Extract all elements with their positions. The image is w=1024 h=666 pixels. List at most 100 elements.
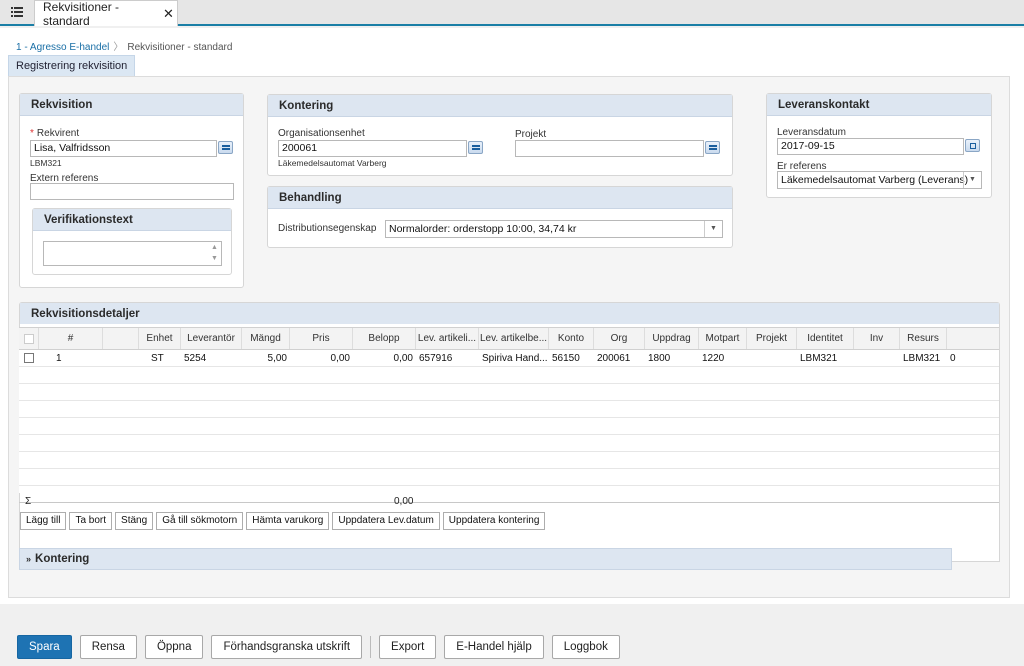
- col-lev-artikelbeskr[interactable]: Lev. artikelbe...: [479, 328, 549, 349]
- rekvirent-field[interactable]: Lisa, Valfridsson: [30, 140, 217, 157]
- lookup-icon[interactable]: [468, 141, 483, 154]
- col-enhet[interactable]: Enhet: [139, 328, 181, 349]
- cell-enhet: ST: [151, 353, 164, 364]
- tab-registrering[interactable]: Registrering rekvisition: [8, 55, 136, 76]
- empty-row: [19, 469, 999, 486]
- update-kontering-button[interactable]: Uppdatera kontering: [442, 512, 546, 530]
- col-konto[interactable]: Konto: [549, 328, 594, 349]
- col-pris[interactable]: Pris: [290, 328, 353, 349]
- empty-row: [19, 367, 999, 384]
- search-engine-button[interactable]: Gå till sökmotorn: [156, 512, 244, 530]
- sum-symbol: Σ: [25, 496, 32, 507]
- cell-mangd: 5,00: [267, 353, 287, 364]
- col-uppdrag[interactable]: Uppdrag: [645, 328, 699, 349]
- document-tab[interactable]: Rekvisitioner - standard ✕: [34, 0, 178, 28]
- document-tab-label: Rekvisitioner - standard: [43, 0, 120, 28]
- details-grid: # Enhet Leverantör Mängd Pris Belopp Lev…: [19, 327, 999, 503]
- col-org[interactable]: Org: [594, 328, 645, 349]
- dropdown-arrow-icon[interactable]: ▼: [963, 172, 981, 188]
- empty-row: [19, 384, 999, 401]
- ref-select-value: Läkemedelsautomat Varberg (Leverans): [781, 174, 969, 186]
- cell-inv: [854, 350, 900, 366]
- save-button[interactable]: Spara: [17, 635, 72, 659]
- sum-row: Σ 0,00: [19, 494, 999, 510]
- help-button[interactable]: E-Handel hjälp: [444, 635, 544, 659]
- lookup-icon[interactable]: [218, 141, 233, 154]
- toolbar-divider: [370, 636, 372, 658]
- list-menu-icon[interactable]: [3, 1, 31, 23]
- dist-label: Distributionsegenskap: [278, 223, 377, 234]
- grid-header: # Enhet Leverantör Mängd Pris Belopp Lev…: [19, 328, 999, 350]
- delete-row-button[interactable]: Ta bort: [69, 512, 113, 530]
- cell-lev-artikelbeskr: Spiriva Hand...: [482, 353, 548, 364]
- empty-row: [19, 401, 999, 418]
- col-inv[interactable]: Inv: [854, 328, 900, 349]
- close-icon[interactable]: ✕: [163, 6, 177, 22]
- row-checkbox[interactable]: [19, 350, 39, 366]
- cell-identitet: LBM321: [800, 353, 838, 364]
- footer-toolbar: Spara Rensa Öppna Förhandsgranska utskri…: [0, 628, 1024, 666]
- grid-buttons: Lägg till Ta bort Stäng Gå till sökmotor…: [20, 512, 546, 530]
- col-belopp[interactable]: Belopp: [353, 328, 416, 349]
- dist-select[interactable]: Normalorder: orderstopp 10:00, 34,74 kr …: [385, 220, 723, 238]
- cell-projekt: [747, 350, 797, 366]
- dropdown-arrow-icon[interactable]: ▼: [704, 221, 722, 237]
- close-row-button[interactable]: Stäng: [115, 512, 154, 530]
- empty-row: [19, 418, 999, 435]
- verifikation-textarea[interactable]: [43, 241, 222, 266]
- col-projekt[interactable]: Projekt: [747, 328, 797, 349]
- breadcrumb-link-home[interactable]: 1 - Agresso E-handel: [16, 42, 109, 53]
- rekvisition-title: Rekvisition: [20, 94, 243, 116]
- col-mangd[interactable]: Mängd: [242, 328, 290, 349]
- spinner-icon[interactable]: ▲ ▼: [211, 242, 218, 264]
- dist-select-value: Normalorder: orderstopp 10:00, 34,74 kr: [389, 223, 577, 235]
- cell-org: 200061: [597, 353, 631, 364]
- col-nr[interactable]: #: [39, 328, 103, 349]
- fetch-cart-button[interactable]: Hämta varukorg: [246, 512, 330, 530]
- calendar-icon[interactable]: [965, 139, 980, 152]
- col-identitet[interactable]: Identitet: [797, 328, 854, 349]
- ref-select[interactable]: Läkemedelsautomat Varberg (Leverans) ▼: [777, 171, 982, 189]
- cell-lev-artikelid: 657916: [419, 353, 453, 364]
- lookup-icon[interactable]: [705, 141, 720, 154]
- form-content: Rekvisition * Rekvirent Lisa, Valfridsson…: [8, 76, 1010, 598]
- rekvirent-label: * Rekvirent: [30, 128, 80, 139]
- cell-konto: 56150: [552, 353, 580, 364]
- col-motpart[interactable]: Motpart: [699, 328, 747, 349]
- empty-row: [19, 435, 999, 452]
- behandling-title: Behandling: [268, 187, 732, 209]
- cell-extra: 0: [950, 353, 956, 364]
- select-all-checkbox[interactable]: [19, 328, 39, 349]
- cell-nr: 1: [56, 353, 62, 364]
- org-field[interactable]: 200061: [278, 140, 467, 157]
- col-leverantor[interactable]: Leverantör: [181, 328, 242, 349]
- col-extra: [947, 328, 994, 349]
- cell-motpart: 1220: [702, 353, 725, 364]
- cell-uppdrag: 1800: [648, 353, 671, 364]
- cell-resurs: LBM321: [903, 353, 941, 364]
- extern-ref-field[interactable]: [30, 183, 234, 200]
- col-lev-artikelid[interactable]: Lev. artikeli...: [416, 328, 479, 349]
- col-resurs[interactable]: Resurs: [900, 328, 947, 349]
- projekt-label: Projekt: [515, 129, 547, 140]
- collapse-chevron-icon[interactable]: »: [26, 554, 31, 564]
- kontering-panel: Kontering Organisationsenhet 200061 Läke…: [267, 94, 733, 176]
- kontering-collapsed-bar[interactable]: » Kontering: [19, 548, 952, 570]
- print-preview-button[interactable]: Förhandsgranska utskrift: [211, 635, 363, 659]
- logbook-button[interactable]: Loggbok: [551, 635, 620, 659]
- details-title: Rekvisitionsdetaljer: [20, 303, 999, 325]
- cell-blank: [103, 350, 139, 366]
- add-row-button[interactable]: Lägg till: [20, 512, 67, 530]
- table-row[interactable]: 1 ST 5254 5,00 0,00 0,00 657916 Spiriva …: [19, 350, 999, 367]
- projekt-field[interactable]: [515, 140, 704, 157]
- kontering-collapsed-title: Kontering: [35, 553, 90, 565]
- update-delivery-date-button[interactable]: Uppdatera Lev.datum: [332, 512, 440, 530]
- export-button[interactable]: Export: [379, 635, 437, 659]
- breadcrumb-current: Rekvisitioner - standard: [127, 42, 233, 53]
- rekvisition-panel: Rekvisition * Rekvirent Lisa, Valfridsson…: [19, 93, 244, 288]
- date-label: Leveransdatum: [777, 127, 846, 138]
- clear-button[interactable]: Rensa: [79, 635, 137, 659]
- date-field[interactable]: 2017-09-15: [777, 138, 964, 155]
- open-button[interactable]: Öppna: [144, 635, 204, 659]
- breadcrumb: 1 - Agresso E-handel 〉 Rekvisitioner - sta…: [16, 42, 233, 53]
